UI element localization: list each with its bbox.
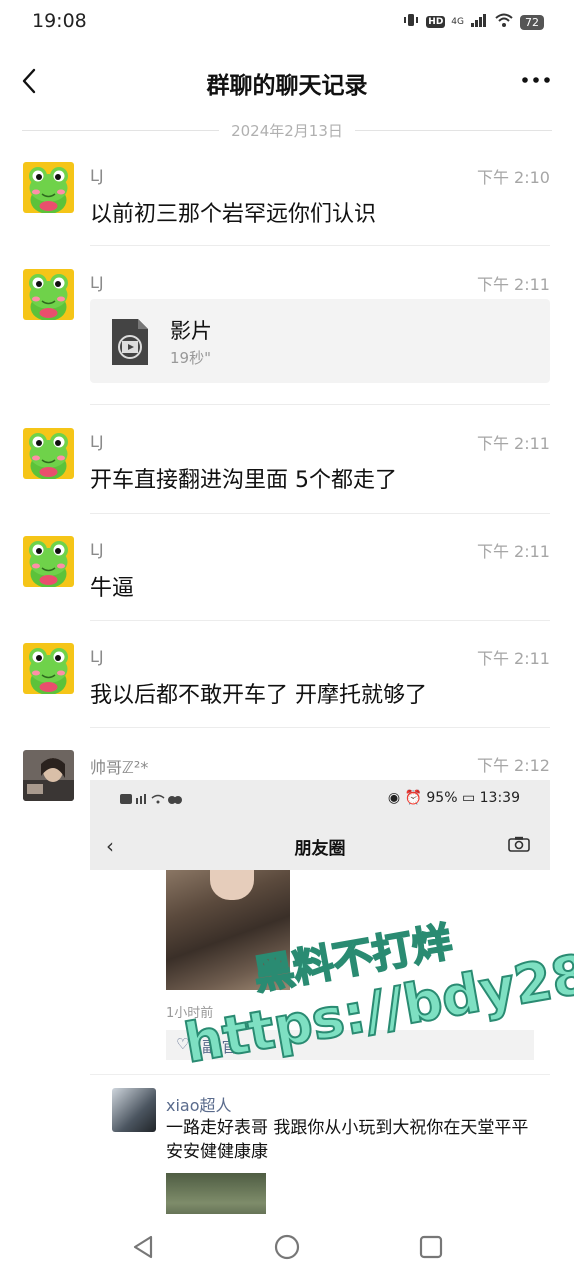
- square-recents-icon: [419, 1235, 443, 1259]
- avatar[interactable]: [23, 162, 74, 213]
- message-time: 下午 2:12: [476, 756, 550, 775]
- post-photo: [166, 870, 290, 990]
- system-nav-bar: [0, 1214, 574, 1280]
- message-text: 开车直接翻进沟里面 5个都走了: [90, 468, 397, 493]
- commenter-name: xiao超人: [166, 1096, 232, 1115]
- nav-home-button[interactable]: [272, 1232, 302, 1262]
- message-time: 下午 2:11: [476, 434, 550, 453]
- file-name: 影片: [170, 319, 212, 343]
- shared-screenshot-image[interactable]: ◉ ⏰ 95% ▭ 13:39 ‹ 朋友圈 1小时前 ♡ 副 官 xiao超人 …: [90, 780, 550, 1220]
- divider: [90, 727, 550, 728]
- divider: [22, 129, 220, 131]
- vibrate-icon: [402, 12, 420, 32]
- more-icon: [522, 77, 550, 83]
- avatar[interactable]: [23, 643, 74, 694]
- sender-name: LJ: [90, 647, 104, 666]
- camera-icon: [508, 836, 530, 852]
- page-title: 群聊的聊天记录: [206, 73, 368, 99]
- network-type: 4G: [451, 17, 464, 27]
- battery-icon: ▭: [461, 790, 476, 806]
- embedded-nav-bar: ‹ 朋友圈: [90, 820, 550, 870]
- circle-home-icon: [274, 1234, 300, 1260]
- divider: [90, 404, 550, 405]
- message-time: 下午 2:10: [476, 168, 550, 187]
- battery-icon: 72: [520, 14, 544, 30]
- divider: [90, 513, 550, 514]
- embedded-title: 朋友圈: [294, 839, 346, 859]
- date-separator: 2024年2月13日: [22, 118, 552, 142]
- sender-name: LJ: [90, 273, 104, 292]
- status-time: 19:08: [32, 10, 87, 32]
- embedded-status-bar: ◉ ⏰ 95% ▭ 13:39: [90, 780, 550, 820]
- triangle-back-icon: [133, 1235, 153, 1259]
- video-file-icon: [110, 317, 150, 367]
- sender-name: 帅哥ℤ²*: [90, 758, 149, 777]
- embedded-status-icons: [120, 792, 190, 809]
- post-time: 1小时前: [166, 1006, 214, 1021]
- avatar[interactable]: [23, 269, 74, 320]
- file-duration: 19秒": [170, 349, 211, 367]
- message-text: 以前初三那个岩罕远你们认识: [90, 202, 377, 227]
- avatar[interactable]: [23, 536, 74, 587]
- heart-icon: ♡: [176, 1035, 190, 1053]
- divider: [90, 1074, 550, 1075]
- video-file-card[interactable]: 影片 19秒": [90, 299, 550, 383]
- avatar[interactable]: [23, 428, 74, 479]
- message-time: 下午 2:11: [476, 542, 550, 561]
- eye-icon: ◉: [387, 790, 401, 806]
- message-time: 下午 2:11: [476, 275, 550, 294]
- message-text: 我以后都不敢开车了 开摩托就够了: [90, 683, 427, 708]
- hd-icon: HD: [426, 16, 446, 28]
- divider: [90, 245, 550, 246]
- embedded-battery: 95%: [426, 790, 458, 806]
- divider: [90, 620, 550, 621]
- sender-name: LJ: [90, 166, 104, 185]
- wifi-icon: [494, 12, 514, 32]
- status-icons: HD 4G 72: [402, 12, 544, 32]
- sender-name: LJ: [90, 432, 104, 451]
- alarm-icon: ⏰: [404, 790, 422, 806]
- nav-back-button[interactable]: [129, 1232, 159, 1262]
- like-names: 副 官: [202, 1038, 237, 1056]
- embedded-status-right: ◉ ⏰ 95% ▭ 13:39: [388, 790, 520, 806]
- sender-name: LJ: [90, 540, 104, 559]
- more-options-button[interactable]: [520, 68, 552, 92]
- signal-icon: [470, 12, 488, 32]
- comment-text: 一路走好表哥 我跟你从小玩到大祝你在天堂平平安安健健康康: [166, 1118, 529, 1162]
- divider: [354, 129, 552, 131]
- status-bar: 19:08 HD 4G 72: [0, 0, 574, 44]
- embedded-time: 13:39: [479, 790, 520, 806]
- post-photo: [166, 1173, 266, 1220]
- date-label: 2024年2月13日: [231, 121, 343, 140]
- avatar: [112, 1088, 156, 1132]
- message-time: 下午 2:11: [476, 649, 550, 668]
- avatar[interactable]: [23, 750, 74, 801]
- message-text: 牛逼: [90, 576, 135, 601]
- top-bar: 群聊的聊天记录: [0, 50, 574, 112]
- nav-recents-button[interactable]: [416, 1232, 446, 1262]
- likes-bar: ♡ 副 官: [166, 1030, 534, 1060]
